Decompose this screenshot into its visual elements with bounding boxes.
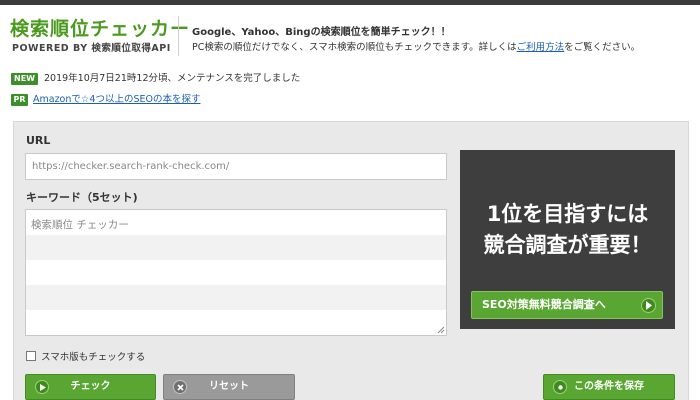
smartphone-check-row[interactable]: スマホ版もチェックする xyxy=(26,349,145,363)
pr-badge: PR xyxy=(11,94,28,106)
seo-research-button-label: SEO対策無料競合調査へ xyxy=(482,298,606,311)
intro-text-before: PC検索の順位だけでなく、スマホ検索の順位もチェックできます。詳しくは xyxy=(192,42,517,53)
keyword-line-1[interactable]: 検索順位 チェッカー xyxy=(26,210,446,235)
keyword-line-5[interactable] xyxy=(26,310,446,335)
new-badge: NEW xyxy=(11,73,38,85)
resize-handle-icon[interactable] xyxy=(437,326,445,334)
pr-amazon-link[interactable]: Amazonで☆4つ以上のSEOの本を探す xyxy=(33,94,200,106)
ad-headline-2: 競合調査が重要！ xyxy=(483,233,652,257)
smartphone-checkbox[interactable] xyxy=(26,351,36,361)
site-logo-title[interactable]: 検索順位チェッカー xyxy=(10,14,190,41)
usage-guide-link[interactable]: ご利用方法 xyxy=(517,42,565,53)
top-bar xyxy=(0,0,700,5)
intro-text-after: をご覧ください。 xyxy=(564,42,641,53)
reset-button-label: リセット xyxy=(209,381,249,392)
seo-research-button[interactable]: SEO対策無料競合調査へ xyxy=(471,291,663,319)
keyword-label: キーワード（5セット) xyxy=(26,191,138,204)
smartphone-check-label[interactable]: スマホ版もチェックする xyxy=(41,349,145,363)
keyword-line-4[interactable] xyxy=(26,285,446,310)
competitor-research-ad[interactable]: 1位を目指すには 競合調査が重要！ SEO対策無料競合調査へ xyxy=(460,150,675,329)
ad-headline-1: 1位を目指すには xyxy=(486,202,649,226)
intro-title: Google、Yahoo、Bingの検索順位を簡単チェック！！ xyxy=(192,27,451,38)
url-input[interactable]: https://checker.search-rank-check.com/ xyxy=(25,153,447,180)
save-conditions-button[interactable]: この条件を保存 xyxy=(543,374,675,400)
chevron-right-circle-icon xyxy=(641,298,656,313)
reset-button[interactable]: リセット xyxy=(163,374,295,400)
keyword-line-3[interactable] xyxy=(26,260,446,285)
keyword-line-2[interactable] xyxy=(26,235,446,260)
keyword-placeholder: 検索順位 チェッカー xyxy=(31,219,129,231)
news-text: 2019年10月7日21時12分頃、メンテナンスを完了しました xyxy=(44,73,301,84)
check-button-label: チェック xyxy=(70,381,111,392)
check-button[interactable]: チェック xyxy=(25,374,156,400)
site-logo-subtitle: POWERED BY 検索順位取得API xyxy=(12,43,171,54)
save-button-label: この条件を保存 xyxy=(574,381,644,392)
url-label: URL xyxy=(26,134,51,147)
keyword-textarea[interactable]: 検索順位 チェッカー xyxy=(25,209,447,336)
header-divider xyxy=(178,16,179,56)
intro-text: PC検索の順位だけでなく、スマホ検索の順位もチェックできます。詳しくはご利用方法… xyxy=(192,39,640,53)
